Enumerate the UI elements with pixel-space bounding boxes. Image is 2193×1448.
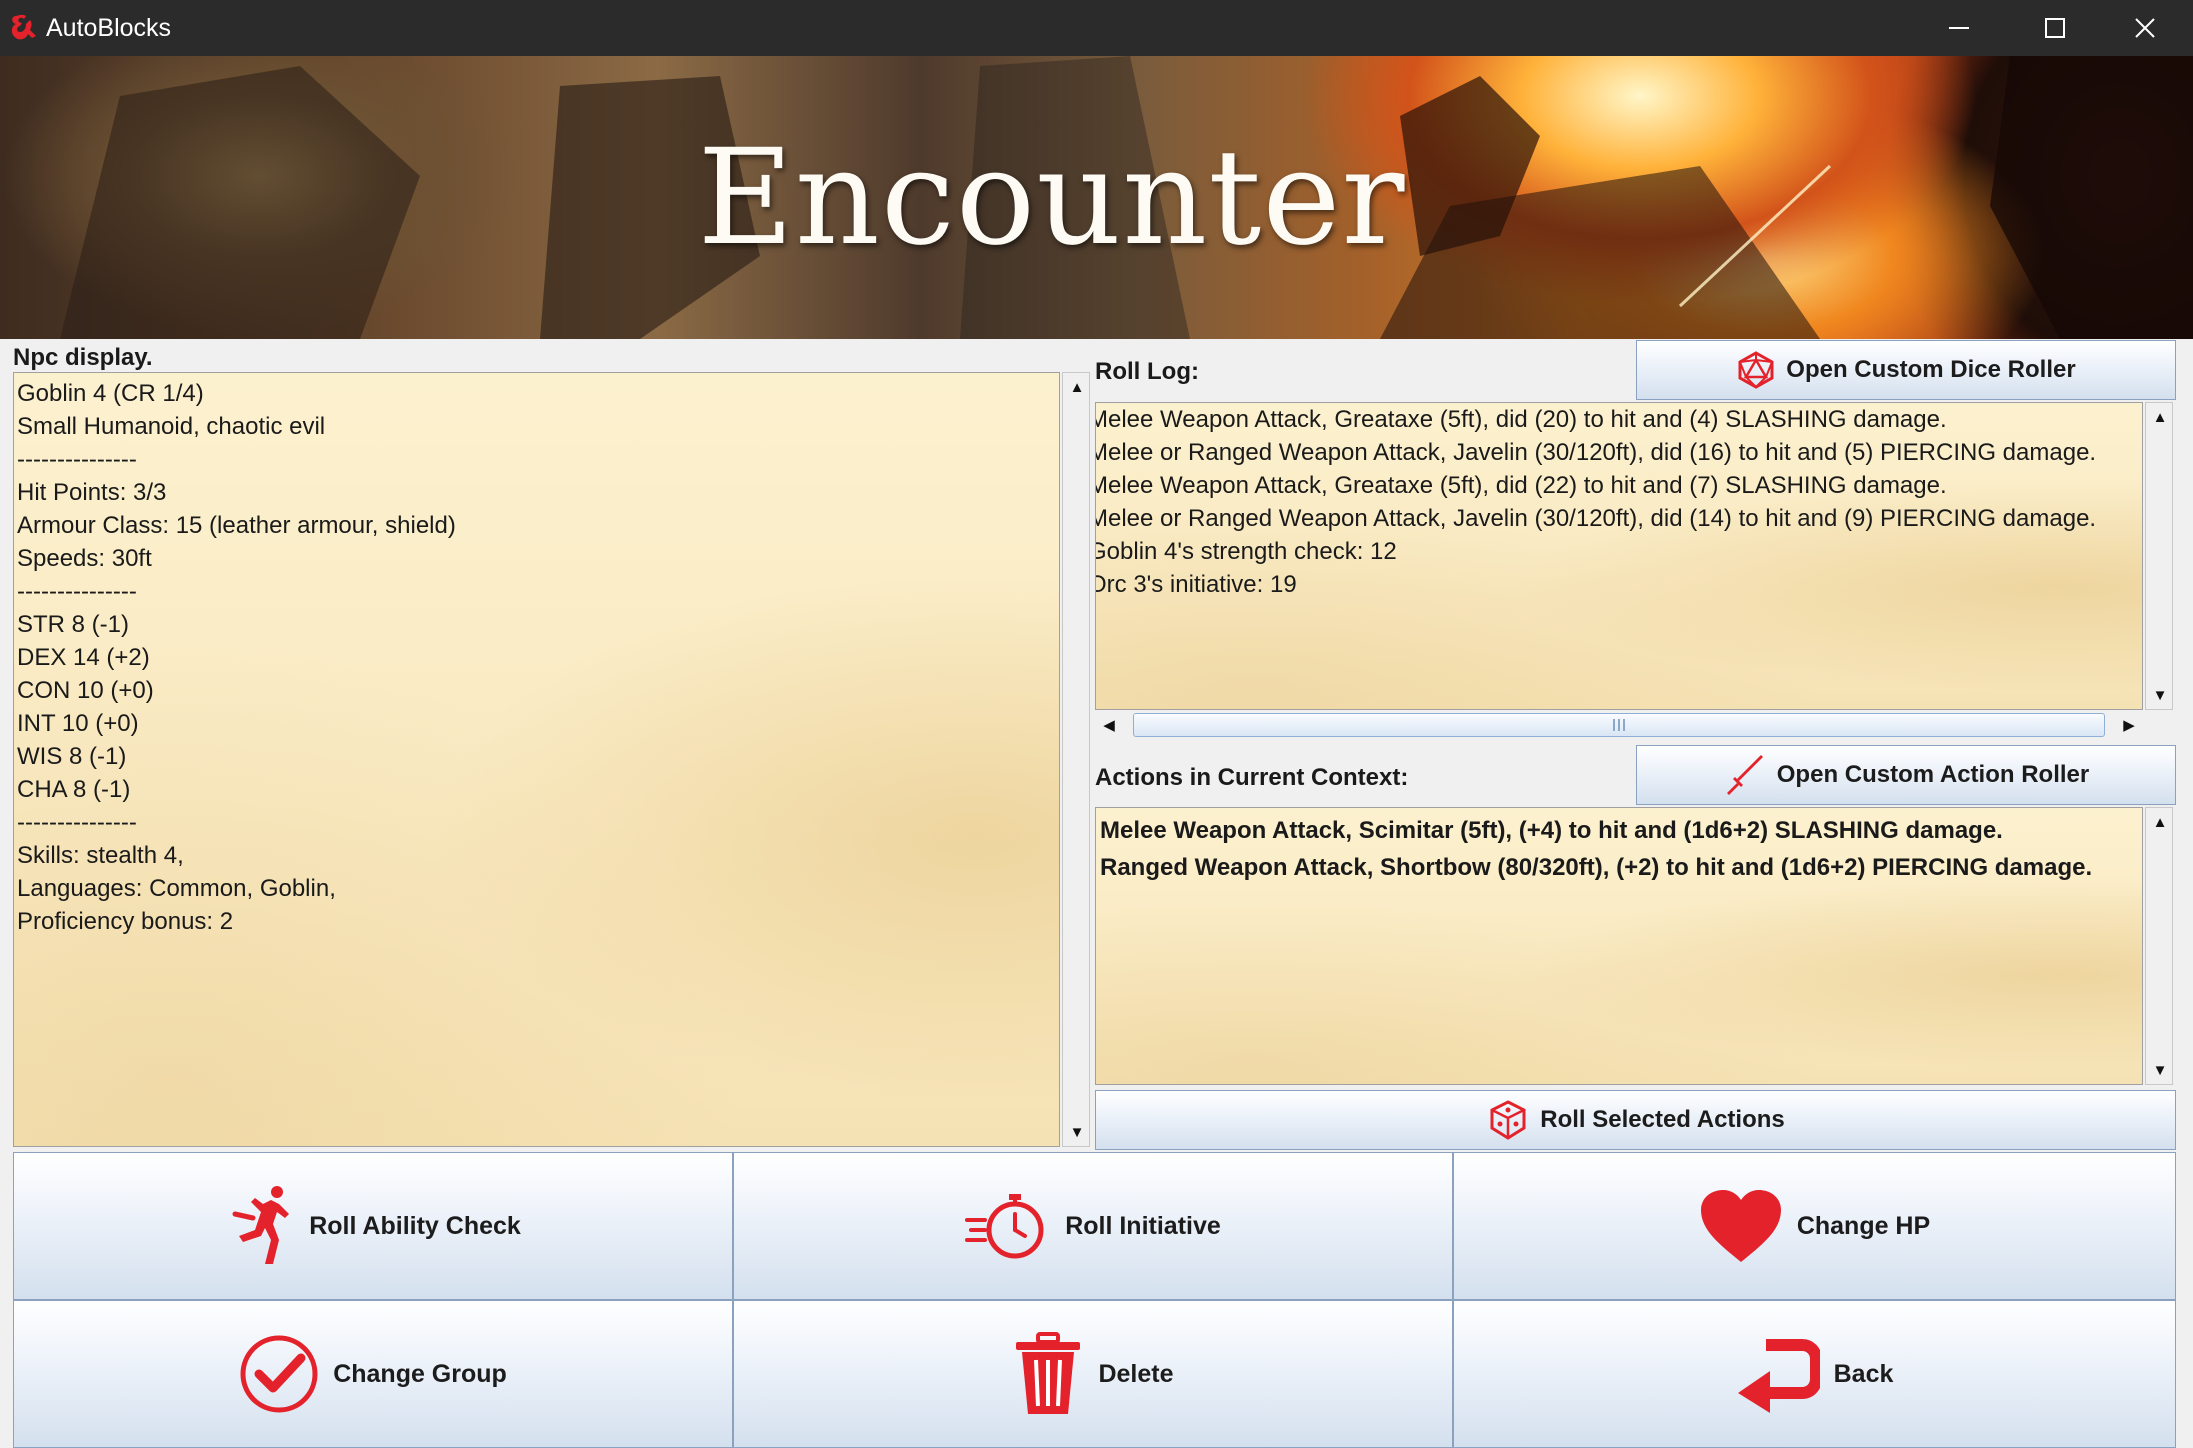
close-button[interactable]	[2097, 0, 2193, 56]
npc-stat-line: CON 10 (+0)	[17, 677, 154, 704]
roll-log-list: Melee Weapon Attack, Greataxe (5ft), did…	[1095, 403, 2142, 601]
npc-stat-line: Small Humanoid, chaotic evil	[17, 413, 326, 440]
change-group-label: Change Group	[333, 1359, 507, 1388]
open-custom-dice-roller-label: Open Custom Dice Roller	[1786, 356, 2076, 383]
open-custom-action-roller-button[interactable]: Open Custom Action Roller	[1636, 745, 2176, 805]
back-arrow-icon	[1737, 1339, 1820, 1413]
roll-log-horizontal-scrollbar[interactable]: ◀ ▶	[1095, 710, 2143, 740]
heart-icon	[1700, 1190, 1781, 1262]
scroll-left-arrow-icon[interactable]: ◀	[1095, 711, 1123, 739]
npc-stat-line: CHA 8 (-1)	[17, 776, 131, 803]
horizontal-scroll-thumb[interactable]	[1133, 713, 2105, 737]
npc-stat-line: Languages: Common, Goblin,	[17, 875, 336, 902]
back-label: Back	[1833, 1359, 1894, 1388]
npc-stat-line: INT 10 (+0)	[17, 710, 139, 737]
dice-icon	[1490, 1100, 1526, 1140]
npc-stat-line: ---------------	[17, 578, 137, 605]
back-button[interactable]: Back	[1453, 1300, 2176, 1448]
scroll-up-arrow-icon[interactable]: ▲	[1063, 373, 1091, 401]
sword-icon	[1726, 755, 1763, 795]
npc-stat-line: Armour Class: 15 (leather armour, shield…	[17, 512, 456, 539]
roll-log-panel[interactable]: Melee Weapon Attack, Greataxe (5ft), did…	[1095, 402, 2143, 710]
d20-icon	[1738, 351, 1774, 389]
roll-selected-actions-label: Roll Selected Actions	[1540, 1106, 1785, 1133]
npc-stat-line: DEX 14 (+2)	[17, 644, 150, 671]
roll-ability-check-button[interactable]: Roll Ability Check	[13, 1152, 733, 1300]
npc-stat-line: Hit Points: 3/3	[17, 479, 167, 506]
scroll-up-arrow-icon[interactable]: ▲	[2146, 808, 2174, 836]
roll-log-entry: Melee or Ranged Weapon Attack, Javelin (…	[1095, 505, 2097, 532]
app-logo-icon	[8, 12, 40, 44]
npc-stat-line: Proficiency bonus: 2	[17, 908, 234, 935]
roll-initiative-label: Roll Initiative	[1065, 1211, 1221, 1240]
action-list-item[interactable]: Ranged Weapon Attack, Shortbow (80/320ft…	[1100, 849, 2138, 886]
roll-ability-check-label: Roll Ability Check	[309, 1211, 521, 1240]
scroll-down-arrow-icon[interactable]: ▼	[1063, 1118, 1091, 1146]
change-group-button[interactable]: Change Group	[13, 1300, 733, 1448]
npc-stat-block: Goblin 4 (CR 1/4) Small Humanoid, chaotic…	[14, 373, 1059, 942]
npc-display-panel[interactable]: Goblin 4 (CR 1/4) Small Humanoid, chaotic…	[13, 372, 1060, 1147]
window-titlebar	[0, 0, 2193, 56]
roll-log-entry: Orc 3's initiative: 19	[1095, 571, 1297, 598]
npc-stat-line: Goblin 4 (CR 1/4)	[17, 380, 204, 407]
roll-selected-actions-button[interactable]: Roll Selected Actions	[1095, 1090, 2176, 1150]
banner-title: Encounter	[697, 120, 1406, 275]
grip-icon	[1613, 719, 1625, 731]
open-custom-action-roller-label: Open Custom Action Roller	[1776, 761, 2090, 788]
window-title: AutoBlocks	[46, 14, 172, 42]
roll-log-entry: Melee Weapon Attack, Greataxe (5ft), did…	[1095, 406, 1947, 433]
trash-icon	[1016, 1332, 1081, 1414]
actions-list: Melee Weapon Attack, Scimitar (5ft), (+4…	[1096, 808, 2142, 890]
npc-stat-line: STR 8 (-1)	[17, 611, 130, 638]
npc-stat-line: ---------------	[17, 446, 137, 473]
roll-initiative-button[interactable]: Roll Initiative	[733, 1152, 1453, 1300]
scroll-up-arrow-icon[interactable]: ▲	[2146, 403, 2174, 431]
roll-log-label: Roll Log:	[1095, 358, 1199, 385]
change-hp-label: Change HP	[1796, 1211, 1931, 1240]
actions-vertical-scrollbar[interactable]: ▲ ▼	[2145, 807, 2173, 1085]
roll-log-vertical-scrollbar[interactable]: ▲ ▼	[2145, 402, 2173, 710]
scroll-right-arrow-icon[interactable]: ▶	[2115, 711, 2143, 739]
npc-stat-line: WIS 8 (-1)	[17, 743, 127, 770]
scroll-down-arrow-icon[interactable]: ▼	[2146, 1056, 2174, 1084]
change-hp-button[interactable]: Change HP	[1453, 1152, 2176, 1300]
running-figure-icon	[232, 1186, 290, 1264]
maximize-button[interactable]	[2007, 0, 2103, 56]
roll-log-entry: Melee Weapon Attack, Greataxe (5ft), did…	[1095, 472, 1947, 499]
actions-label: Actions in Current Context:	[1095, 764, 1409, 791]
delete-label: Delete	[1098, 1359, 1174, 1388]
npc-stat-line: ---------------	[17, 809, 137, 836]
maximize-icon	[2045, 18, 2065, 38]
npc-stat-line: Speeds: 30ft	[17, 545, 152, 572]
minimize-button[interactable]	[1911, 0, 2007, 56]
action-list-item[interactable]: Melee Weapon Attack, Scimitar (5ft), (+4…	[1100, 812, 2138, 849]
checkmark-icon	[240, 1335, 318, 1413]
open-custom-dice-roller-button[interactable]: Open Custom Dice Roller	[1636, 340, 2176, 400]
npc-display-label: Npc display.	[13, 344, 153, 371]
roll-log-entry: Goblin 4's strength check: 12	[1095, 538, 1397, 565]
roll-log-entry: Melee or Ranged Weapon Attack, Javelin (…	[1095, 439, 2097, 466]
stopwatch-icon	[965, 1194, 1044, 1259]
close-icon	[2135, 18, 2155, 38]
npc-stat-line: Skills: stealth 4,	[17, 842, 184, 869]
minimize-icon	[1949, 27, 1969, 29]
npc-vertical-scrollbar[interactable]: ▲ ▼	[1062, 372, 1090, 1147]
actions-panel[interactable]: Melee Weapon Attack, Scimitar (5ft), (+4…	[1095, 807, 2143, 1085]
scroll-down-arrow-icon[interactable]: ▼	[2146, 681, 2174, 709]
delete-button[interactable]: Delete	[733, 1300, 1453, 1448]
